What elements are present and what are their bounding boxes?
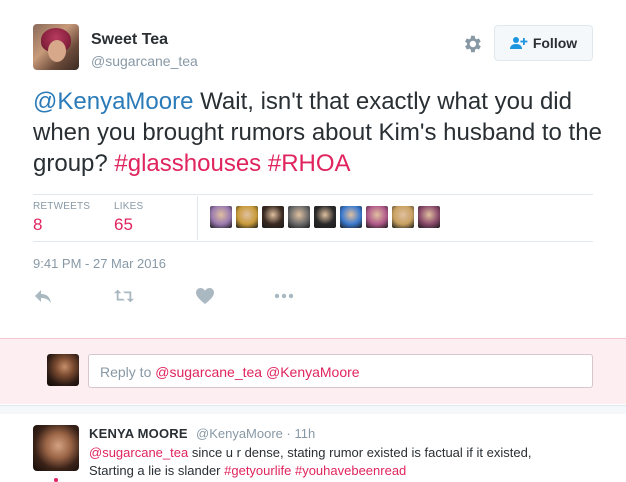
retweet-icon[interactable] bbox=[114, 287, 134, 305]
liker-avatar[interactable] bbox=[418, 206, 440, 228]
reply-author-meta[interactable]: @KenyaMoore · 11h bbox=[196, 426, 315, 441]
tweet-timestamp[interactable]: 9:41 PM - 27 Mar 2016 bbox=[33, 256, 166, 271]
likes-count[interactable]: 65 bbox=[114, 215, 133, 235]
follow-button-label: Follow bbox=[532, 35, 578, 51]
divider bbox=[197, 196, 198, 240]
follow-button[interactable]: Follow bbox=[494, 25, 593, 61]
reply-body-line: Starting a lie is slander bbox=[89, 463, 225, 478]
mention-link[interactable]: @sugarcane_tea bbox=[89, 445, 188, 460]
likes-label: LIKES bbox=[114, 201, 144, 212]
hashtag-link[interactable]: #youhavebeenread bbox=[295, 463, 406, 478]
author-handle[interactable]: @sugarcane_tea bbox=[91, 53, 198, 69]
liker-avatar[interactable] bbox=[314, 206, 336, 228]
liker-avatar[interactable] bbox=[210, 206, 232, 228]
current-user-avatar bbox=[47, 354, 79, 386]
more-icon[interactable] bbox=[274, 287, 294, 305]
retweets-count[interactable]: 8 bbox=[33, 215, 42, 235]
retweets-label: RETWEETS bbox=[33, 201, 91, 212]
reply-input[interactable] bbox=[88, 354, 593, 388]
reply-author-avatar[interactable] bbox=[33, 425, 79, 471]
hashtag-link[interactable]: #getyourlife bbox=[224, 463, 291, 478]
reply-tweet-text: @sugarcane_tea since u r dense, stating … bbox=[89, 444, 599, 480]
section-divider bbox=[0, 405, 626, 414]
hashtag-link[interactable]: #RHOA bbox=[268, 150, 351, 177]
reply-author-name[interactable]: KENYA MOORE bbox=[89, 426, 188, 441]
divider bbox=[33, 194, 593, 195]
gear-icon[interactable] bbox=[461, 33, 483, 55]
liker-avatar[interactable] bbox=[392, 206, 414, 228]
heart-icon[interactable] bbox=[195, 287, 215, 305]
liker-avatar[interactable] bbox=[340, 206, 362, 228]
liker-avatar[interactable] bbox=[366, 206, 388, 228]
liker-avatar[interactable] bbox=[236, 206, 258, 228]
add-user-icon bbox=[509, 37, 528, 49]
liker-avatar[interactable] bbox=[262, 206, 284, 228]
liker-avatars bbox=[210, 206, 440, 228]
reply-body-line: since u r dense, stating rumor existed i… bbox=[188, 445, 532, 460]
mention-link[interactable]: @KenyaMoore bbox=[33, 88, 193, 115]
author-avatar[interactable] bbox=[33, 24, 79, 70]
reply-icon[interactable] bbox=[33, 287, 53, 305]
divider bbox=[33, 241, 593, 242]
hashtag-link[interactable]: #glasshouses bbox=[114, 150, 261, 177]
tweet-text: @KenyaMoore Wait, isn't that exactly wha… bbox=[33, 86, 603, 179]
liker-avatar[interactable] bbox=[288, 206, 310, 228]
notification-dot bbox=[54, 478, 58, 482]
author-name[interactable]: Sweet Tea bbox=[91, 31, 168, 49]
